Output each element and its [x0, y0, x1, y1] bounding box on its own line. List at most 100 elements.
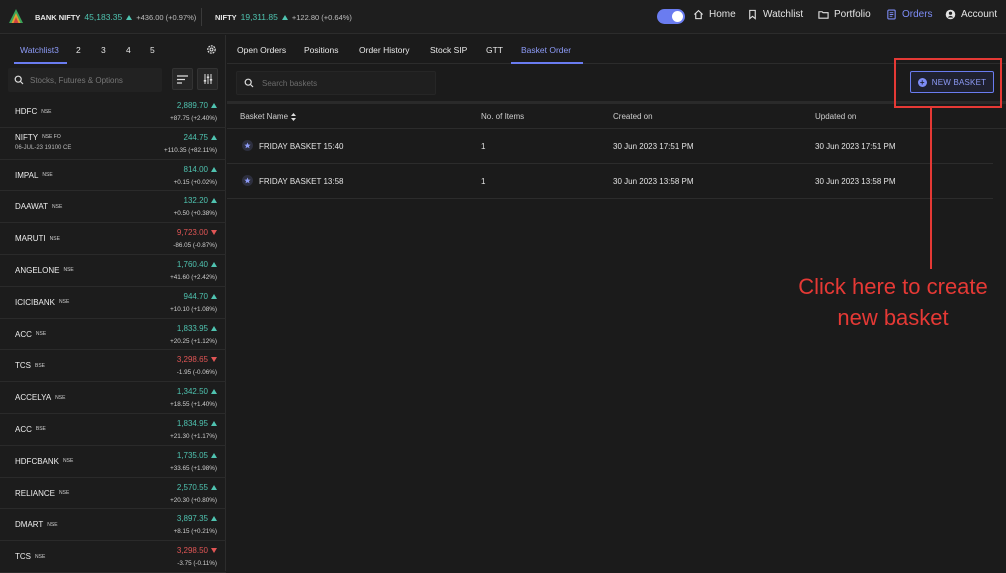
basket-search — [236, 71, 436, 95]
orders-icon — [887, 9, 896, 20]
table-row[interactable]: FRIDAY BASKET 13:58 1 30 Jun 2023 13:58 … — [227, 164, 993, 199]
watchlist-tab-5[interactable]: 5 — [150, 45, 155, 55]
watchlist-row[interactable]: TCS BSE 3,298.65 -1.95 (-0.06%) — [0, 350, 226, 383]
symbol-name: TCS — [15, 361, 31, 371]
watchlist-row[interactable]: DAAWAT NSE 132.20 +0.50 (+0.38%) — [0, 191, 226, 224]
watchlist-price: 132.20 — [184, 196, 217, 205]
annotation-highlight-box — [894, 58, 1002, 108]
watchlist-row[interactable]: ACC BSE 1,834.95 +21.30 (+1.17%) — [0, 414, 226, 446]
ticker-change: +436.00 (+0.97%) — [136, 12, 197, 22]
folder-icon — [818, 11, 829, 19]
exchange-badge: NSE — [35, 553, 46, 560]
watchlist-price: 3,298.50 — [177, 546, 217, 555]
annotation-text: Click here to create new basket — [798, 274, 988, 330]
tab-basket-order[interactable]: Basket Order — [521, 45, 571, 55]
watchlist-change: +110.35 (+82.11%) — [164, 146, 217, 154]
up-arrow-icon — [281, 14, 288, 20]
tab-stock-sip[interactable]: Stock SIP — [430, 45, 467, 55]
watchlist-row[interactable]: NIFTY NSE FO 06-JUL-23 19100 CE 244.75 +110.… — [0, 128, 226, 160]
symbol-name: TCS — [15, 552, 31, 562]
active-tab-indicator — [511, 62, 583, 64]
watchlist-row[interactable]: ICICIBANK NSE 944.70 +10.10 (+1.08%) — [0, 287, 226, 319]
watchlist-row[interactable]: MARUTI NSE 9,723.00 -86.05 (-0.87%) — [0, 223, 226, 255]
watchlist-tab-1[interactable]: Watchlist3 — [20, 45, 59, 55]
search-icon — [14, 75, 24, 85]
watchlist-symbol: MARUTI NSE — [15, 234, 60, 243]
nav-orders[interactable]: Orders — [886, 9, 933, 20]
col-items: No. of Items — [481, 112, 525, 121]
ticker-name: NIFTY — [215, 12, 237, 22]
tab-order-history[interactable]: Order History — [359, 45, 410, 55]
nav-home[interactable]: Home — [693, 9, 736, 20]
watchlist-symbol: ACC NSE — [15, 330, 46, 339]
watchlist-change: +0.15 (+0.02%) — [173, 178, 217, 186]
tab-gtt[interactable]: GTT — [486, 45, 503, 55]
tab-open-orders[interactable]: Open Orders — [237, 45, 286, 55]
watchlist-symbol: ACCELYA NSE — [15, 393, 65, 402]
exchange-badge: NSE — [47, 521, 58, 528]
watchlist-price: 244.75 — [184, 133, 217, 142]
watchlist-change: +41.60 (+2.42%) — [170, 273, 217, 281]
nav-account[interactable]: Account — [945, 9, 997, 20]
watchlist-row[interactable]: ANGELONE NSE 1,760.40 +41.60 (+2.42%) — [0, 255, 226, 287]
table-row[interactable]: FRIDAY BASKET 15:40 1 30 Jun 2023 17:51 … — [227, 129, 993, 164]
symbol-name: HDFC — [15, 107, 38, 116]
watchlist-row[interactable]: IMPAL NSE 814.00 +0.15 (+0.02%) — [0, 160, 226, 192]
ticker-bank-nifty[interactable]: BANK NIFTY 45,183.35 +436.00 (+0.97%) — [35, 12, 196, 22]
price-value: 1,834.95 — [176, 418, 208, 428]
col-updated: Updated on — [815, 112, 857, 121]
watchlist-price: 2,889.70 — [177, 101, 217, 110]
watchlist-tab-3[interactable]: 3 — [101, 45, 106, 55]
basket-name: FRIDAY BASKET 13:58 — [259, 177, 344, 186]
basket-name: FRIDAY BASKET 15:40 — [259, 142, 344, 151]
filter-sliders-icon — [203, 74, 212, 84]
sort-button[interactable] — [172, 68, 193, 90]
orders-tabs: Open Orders Positions Order History Stoc… — [227, 35, 1006, 64]
annotation-pointer-line — [930, 108, 932, 269]
watchlist-row[interactable]: DMART NSE 3,897.35 +8.15 (+0.21%) — [0, 509, 226, 542]
watchlist-row[interactable]: RELIANCE NSE 2,570.55 +20.30 (+0.80%) — [0, 478, 226, 510]
exchange-badge: NSE FO — [42, 134, 61, 141]
theme-toggle[interactable] — [657, 9, 685, 24]
filter-button[interactable] — [197, 68, 218, 90]
up-arrow-icon — [211, 103, 217, 108]
watchlist-row[interactable]: HDFCBANK NSE 1,735.05 +33.65 (+1.98%) — [0, 446, 226, 478]
exchange-badge: NSE — [63, 458, 74, 465]
watchlist-tab-4[interactable]: 4 — [126, 45, 131, 55]
down-arrow-icon — [211, 357, 217, 363]
up-arrow-icon — [211, 516, 217, 522]
basket-search-input[interactable] — [262, 78, 422, 88]
watchlist-search — [8, 68, 162, 92]
home-icon — [693, 9, 704, 20]
watchlist-row[interactable]: ACCELYA NSE 1,342.50 +18.55 (+1.40%) — [0, 382, 226, 414]
app-logo-icon[interactable] — [9, 9, 23, 23]
ticker-nifty[interactable]: NIFTY 19,311.85 +122.80 (+0.64%) — [215, 12, 352, 22]
symbol-name: MARUTI — [15, 234, 46, 244]
nav-portfolio[interactable]: Portfolio — [818, 9, 871, 20]
up-arrow-icon — [126, 14, 133, 20]
watchlist-price: 1,760.40 — [177, 260, 217, 269]
basket-items: 1 — [481, 142, 486, 151]
watchlist-tab-2[interactable]: 2 — [76, 45, 81, 55]
price-value: 1,760.40 — [176, 259, 208, 269]
watchlist-row[interactable]: TCS NSE 3,298.50 -3.75 (-0.11%) — [0, 541, 226, 573]
price-value: 2,570.55 — [176, 482, 208, 492]
up-arrow-icon — [211, 389, 217, 395]
watchlist-list: HDFC NSE 2,889.70 +87.75 (+2.40%) NIFTY NSE F… — [0, 96, 226, 573]
watchlist-tabs: Watchlist3 2 3 4 5 — [0, 35, 226, 65]
watchlist-row[interactable]: ACC NSE 1,833.95 +20.25 (+1.12%) — [0, 319, 226, 351]
nav-watchlist[interactable]: Watchlist — [747, 9, 803, 20]
ticker-change: +122.80 (+0.64%) — [291, 12, 352, 22]
tab-positions[interactable]: Positions — [304, 45, 339, 55]
watchlist-row[interactable]: HDFC NSE 2,889.70 +87.75 (+2.40%) — [0, 96, 226, 128]
watchlist-change: +18.55 (+1.40%) — [170, 401, 217, 409]
symbol-name: DAAWAT — [15, 202, 49, 212]
watchlist-price: 3,298.65 — [177, 355, 217, 364]
watchlist-sidebar: Watchlist3 2 3 4 5 HDFCNSE2,889.70+87.75… — [0, 35, 226, 573]
watchlist-search-input[interactable] — [30, 75, 150, 85]
gear-icon[interactable] — [206, 44, 217, 55]
watchlist-symbol: DMART NSE — [15, 520, 58, 529]
watchlist-change: +0.50 (+0.38%) — [173, 210, 217, 218]
col-basket-name[interactable]: Basket Name — [240, 112, 297, 121]
up-arrow-icon — [211, 198, 217, 204]
